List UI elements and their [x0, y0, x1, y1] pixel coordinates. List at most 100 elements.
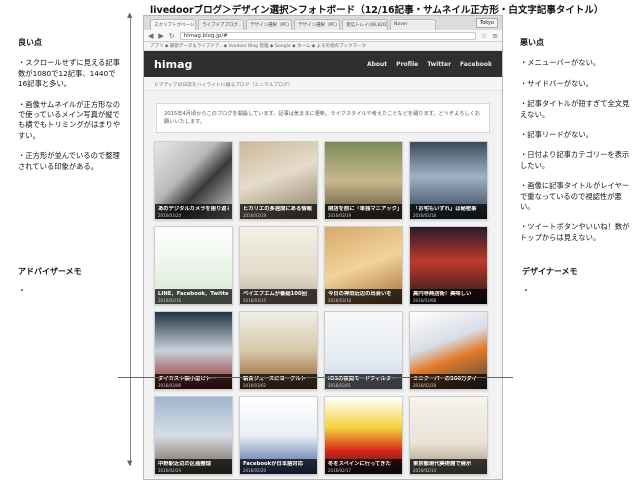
good-point-item: ・画像サムネイルが正方形なので使っているメイン写真が縦でも横でもトリミングがはま…: [18, 99, 121, 140]
post-caption: 高円寺商店街！美味しい 2016/03/08: [410, 289, 487, 304]
post-title[interactable]: Facebookが日本語対応: [243, 461, 314, 468]
post-date: 2016/02/24: [158, 468, 182, 473]
post-title[interactable]: ヒカリエの多週間にある情報: [243, 206, 314, 213]
post-tile[interactable]: 今日の神田近辺の出会いを 2016/03/10: [324, 226, 403, 305]
post-date: 2016/03/18: [413, 213, 437, 218]
post-tile[interactable]: 閉店を前に「単独マニアック」 2016/03/19: [324, 141, 403, 220]
post-tile[interactable]: iOSの夜間モードフィルター 2016/03/01: [324, 311, 403, 390]
post-tile[interactable]: ベイエフエムが番組100回 2016/03/15: [239, 226, 318, 305]
site-header: himag About Profile Twitter Facebook: [144, 51, 502, 77]
post-title[interactable]: 高円寺商店街！美味しい: [413, 291, 484, 298]
good-points-panel: 良い点 ・スクロールせずに見える記事数が1080で12記事、1440で16記事と…: [18, 38, 123, 182]
browser-tab[interactable]: Naver: [390, 19, 436, 30]
nav-facebook[interactable]: Facebook: [460, 61, 492, 68]
post-caption: 「お宅もいずれ」は秘密事 2016/03/18: [410, 204, 487, 219]
good-point-item: ・スクロールせずに見える記事数が1080で12記事、1440で16記事と多い。: [18, 58, 120, 89]
post-caption: あのデジタルカメラを振り返る 2016/03/20: [155, 204, 232, 219]
arrow-down-icon: ▼: [127, 459, 133, 467]
tab-bar: スクリプトがベージ.. ライブドアブログ.. デザイン選択（PC） デザイン選択…: [144, 16, 502, 30]
advisor-memo-content: ・: [18, 286, 26, 295]
nav-about[interactable]: About: [367, 61, 387, 68]
post-date: 2016/03/20: [158, 213, 182, 218]
viewport-height-guide: [130, 14, 131, 466]
address-bar: ◀ ▶ ↻ himag.blog.jp/# ☆ ≡: [144, 30, 502, 42]
star-icon[interactable]: ☆: [481, 32, 487, 40]
bad-point-item: ・記事リードがない。: [520, 130, 593, 140]
browser-tab[interactable]: デザイン選択（PC）: [294, 19, 340, 30]
post-date: 2016/03/08: [413, 298, 437, 303]
bad-point-item: ・メニューバーがない。: [520, 58, 601, 68]
site-logo[interactable]: himag: [154, 58, 192, 71]
bad-point-item: ・記事タイトルが短すぎて全文見えない。: [520, 99, 630, 119]
post-tile[interactable]: 高円寺商店街！美味しい 2016/03/08: [409, 226, 488, 305]
post-title[interactable]: ベイエフエムが番組100回: [243, 291, 314, 298]
profile-button[interactable]: Tokyo: [476, 18, 498, 28]
designer-memo-content: ・: [522, 286, 530, 295]
post-date: 2016/03/19: [243, 213, 267, 218]
designer-memo-label: デザイナーメモ: [522, 267, 578, 276]
arrow-up-icon: ▲: [127, 11, 133, 19]
post-grid: あのデジタルカメラを振り返る 2016/03/20 ヒカリエの多週間にある情報 201…: [144, 141, 502, 475]
bad-point-item: ・サイドバーがない。: [520, 78, 593, 88]
post-date: 2016/03/19: [328, 213, 352, 218]
url-input[interactable]: himag.blog.jp/#: [179, 31, 476, 40]
post-tile[interactable]: 中野駅近辺の区画整理 2016/02/24: [154, 396, 233, 475]
post-date: 2016/02/17: [328, 468, 352, 473]
bad-point-item: ・ツイートボタンやいいね！数がトップからは見えない。: [520, 222, 630, 242]
post-tile[interactable]: あのデジタルカメラを振り返る 2016/03/20: [154, 141, 233, 220]
post-title[interactable]: 東京都現代美術館で展示: [413, 461, 484, 468]
post-date: 2016/03/10: [328, 298, 352, 303]
post-date: 2016/03/01: [328, 383, 352, 388]
post-title[interactable]: LINE、Facebook、Twitter: [158, 291, 229, 298]
back-icon[interactable]: ◀: [148, 32, 153, 40]
bad-points-panel: 悪い点 ・メニューバーがない。 ・サイドバーがない。 ・記事タイトルが短すぎて全…: [520, 38, 632, 253]
bad-points-heading: 悪い点: [520, 38, 544, 47]
post-tile[interactable]: ミニクーパーの500万ダイ 2016/02/28: [409, 311, 488, 390]
notice-box: 2015年4月頃からこのブログを開設しています。記事は気ままに更新。ライフスタイ…: [156, 103, 490, 133]
post-date: 2016/03/06: [158, 383, 182, 388]
post-title[interactable]: 中野駅近辺の区画整理: [158, 461, 229, 468]
post-title[interactable]: あのデジタルカメラを振り返る: [158, 206, 229, 213]
post-title[interactable]: 閉店を前に「単独マニアック」: [328, 206, 399, 213]
post-caption: 中野駅近辺の区画整理 2016/02/24: [155, 459, 232, 474]
post-date: 2016/03/16: [158, 298, 182, 303]
browser-window: スクリプトがベージ.. ライブドアブログ.. デザイン選択（PC） デザイン選択…: [143, 15, 503, 480]
post-tile[interactable]: LINE、Facebook、Twitter 2016/03/16: [154, 226, 233, 305]
post-caption: Facebookが日本語対応 2016/02/20: [240, 459, 317, 474]
post-title[interactable]: 冬をスペインに行ってきた: [328, 461, 399, 468]
good-point-item: ・正方形が並んでいるので整理されている印象がある。: [18, 151, 120, 171]
bad-point-item: ・日付より記事カテゴリーを表示したい。: [520, 150, 630, 170]
post-tile[interactable]: ダイカスト製小型ピトー 2016/03/06: [154, 311, 233, 390]
nav-profile[interactable]: Profile: [396, 61, 418, 68]
post-title[interactable]: 今日の神田近辺の出会いを: [328, 291, 399, 298]
post-date: 2016/02/20: [243, 468, 267, 473]
post-title[interactable]: 「お宅もいずれ」は秘密事: [413, 206, 484, 213]
post-tile[interactable]: 「お宅もいずれ」は秘密事 2016/03/18: [409, 141, 488, 220]
menu-icon[interactable]: ≡: [492, 32, 498, 40]
browser-tab[interactable]: スクリプトがベージ..: [150, 19, 196, 30]
good-points-heading: 良い点: [18, 38, 42, 47]
post-caption: ベイエフエムが番組100回 2016/03/15: [240, 289, 317, 304]
post-tile[interactable]: 朝食ジュースにヨーグルト 2016/03/02: [239, 311, 318, 390]
post-tile[interactable]: 冬をスペインに行ってきた 2016/02/17: [324, 396, 403, 475]
bookmarks-bar[interactable]: アプリ ◆ 最新データ＆ライブドア.. ◆ livedoor Blog 管理 ◆…: [144, 42, 502, 51]
post-tile[interactable]: Facebookが日本語対応 2016/02/20: [239, 396, 318, 475]
post-caption: 閉店を前に「単独マニアック」 2016/03/19: [325, 204, 402, 219]
post-caption: LINE、Facebook、Twitter 2016/03/16: [155, 289, 232, 304]
post-date: 2016/03/02: [243, 383, 267, 388]
post-date: 2016/03/15: [243, 298, 267, 303]
post-tile[interactable]: 東京都現代美術館で展示 2016/02/14: [409, 396, 488, 475]
post-tile[interactable]: ヒカリエの多週間にある情報 2016/03/19: [239, 141, 318, 220]
nav-twitter[interactable]: Twitter: [427, 61, 451, 68]
browser-tab[interactable]: デザイン選択（PC）: [246, 19, 292, 30]
page-title: livedoorブログ＞デザイン選択＞フォトボード（12/16記事・サムネイル正…: [150, 5, 604, 16]
browser-tab[interactable]: 受信トレイ(48,820): [342, 19, 388, 30]
post-caption: 東京都現代美術館で展示 2016/02/14: [410, 459, 487, 474]
forward-icon[interactable]: ▶: [158, 32, 163, 40]
browser-tab[interactable]: ライブドアブログ..: [198, 19, 244, 30]
bad-point-item: ・画像に記事タイトルがレイヤーで重なっているので視認性が悪い。: [520, 181, 630, 212]
site-nav: About Profile Twitter Facebook: [367, 61, 492, 68]
post-date: 2016/02/14: [413, 468, 437, 473]
reload-icon[interactable]: ↻: [169, 32, 175, 40]
post-caption: ヒカリエの多週間にある情報 2016/03/19: [240, 204, 317, 219]
